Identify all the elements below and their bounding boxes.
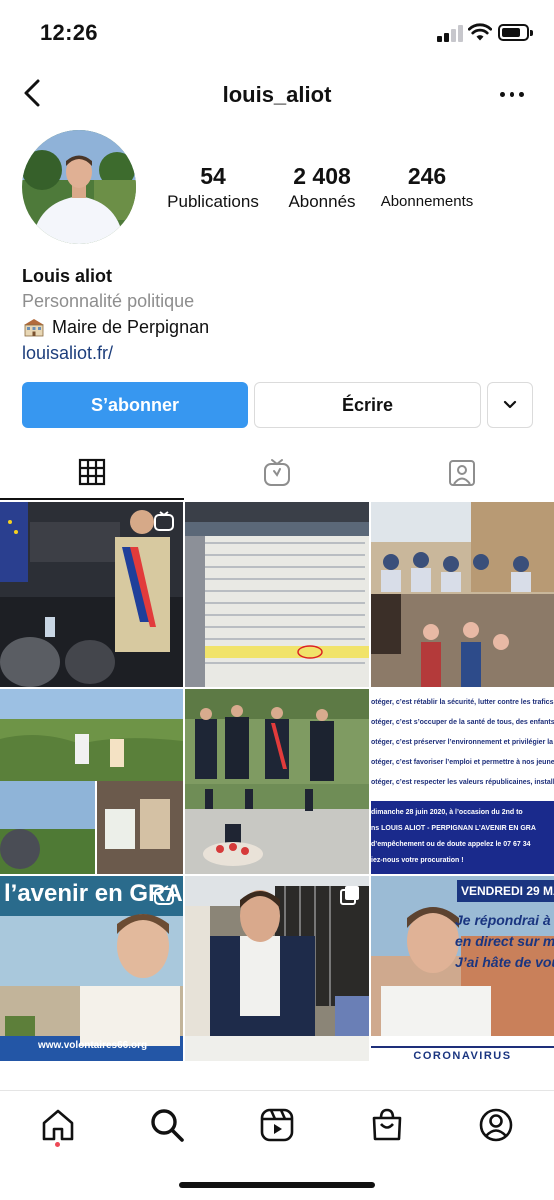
post-tile[interactable]: l’avenir en GRA www.volontaires66.org: [0, 876, 183, 1061]
post-tile[interactable]: [185, 876, 369, 1061]
bio-line: Maire de Perpignan: [22, 314, 522, 340]
igtv-badge-icon: [154, 511, 174, 531]
stat-publications[interactable]: 54 Publications: [160, 162, 266, 214]
tab-igtv[interactable]: [185, 446, 369, 500]
more-options-icon[interactable]: [500, 92, 525, 100]
grid-icon: [78, 458, 106, 486]
search-icon[interactable]: [149, 1107, 185, 1143]
profile-bio: Louis aliot Personnalité politique Maire…: [22, 264, 522, 366]
igtv-badge-icon: [154, 885, 174, 905]
home-icon[interactable]: [40, 1107, 76, 1143]
status-time: 12:26: [40, 20, 98, 45]
house-building-icon: [24, 319, 44, 337]
website-link[interactable]: louisaliot.fr/: [22, 340, 522, 366]
home-indicator: [179, 1182, 375, 1188]
notification-dot: [55, 1142, 60, 1147]
tagged-icon: [449, 460, 475, 486]
cellular-signal-icon: [437, 24, 463, 42]
multiple-photos-icon: [340, 886, 359, 905]
battery-icon: [498, 24, 533, 41]
wifi-icon: [468, 23, 492, 41]
post-tile[interactable]: [0, 689, 183, 874]
post-tile[interactable]: otéger, c’est rétablir la sécurité, lutt…: [371, 689, 554, 874]
chevron-down-icon: [503, 400, 517, 409]
post-tile[interactable]: [185, 502, 369, 687]
profile-icon[interactable]: [478, 1107, 514, 1143]
stat-followers[interactable]: 2 408 Abonnés: [276, 162, 368, 214]
post-tile[interactable]: [371, 502, 554, 687]
igtv-icon: [264, 459, 290, 486]
profile-header: louis_aliot: [0, 66, 554, 124]
stat-following[interactable]: 246 Abonnements: [374, 162, 480, 214]
status-bar: 12:26: [0, 0, 554, 66]
tab-tagged[interactable]: [370, 446, 554, 500]
post-tile[interactable]: VENDREDI 29 MAI Je répondrai à tou en di…: [371, 876, 554, 1061]
avatar[interactable]: [22, 130, 136, 244]
posts-grid: otéger, c’est rétablir la sécurité, lutt…: [0, 502, 554, 1090]
post-tile[interactable]: [0, 502, 183, 687]
tab-posts[interactable]: [0, 446, 184, 500]
follow-button[interactable]: S’abonner: [22, 382, 248, 428]
profile-display-name: Louis aliot: [22, 266, 112, 286]
profile-username: louis_aliot: [222, 82, 332, 107]
shop-icon[interactable]: [369, 1107, 405, 1143]
profile-tabs: [0, 446, 554, 500]
profile-category: Personnalité politique: [22, 291, 195, 311]
suggested-dropdown-button[interactable]: [487, 382, 533, 428]
message-button[interactable]: Écrire: [254, 382, 481, 428]
reels-icon[interactable]: [259, 1107, 295, 1143]
post-tile[interactable]: [185, 689, 369, 874]
